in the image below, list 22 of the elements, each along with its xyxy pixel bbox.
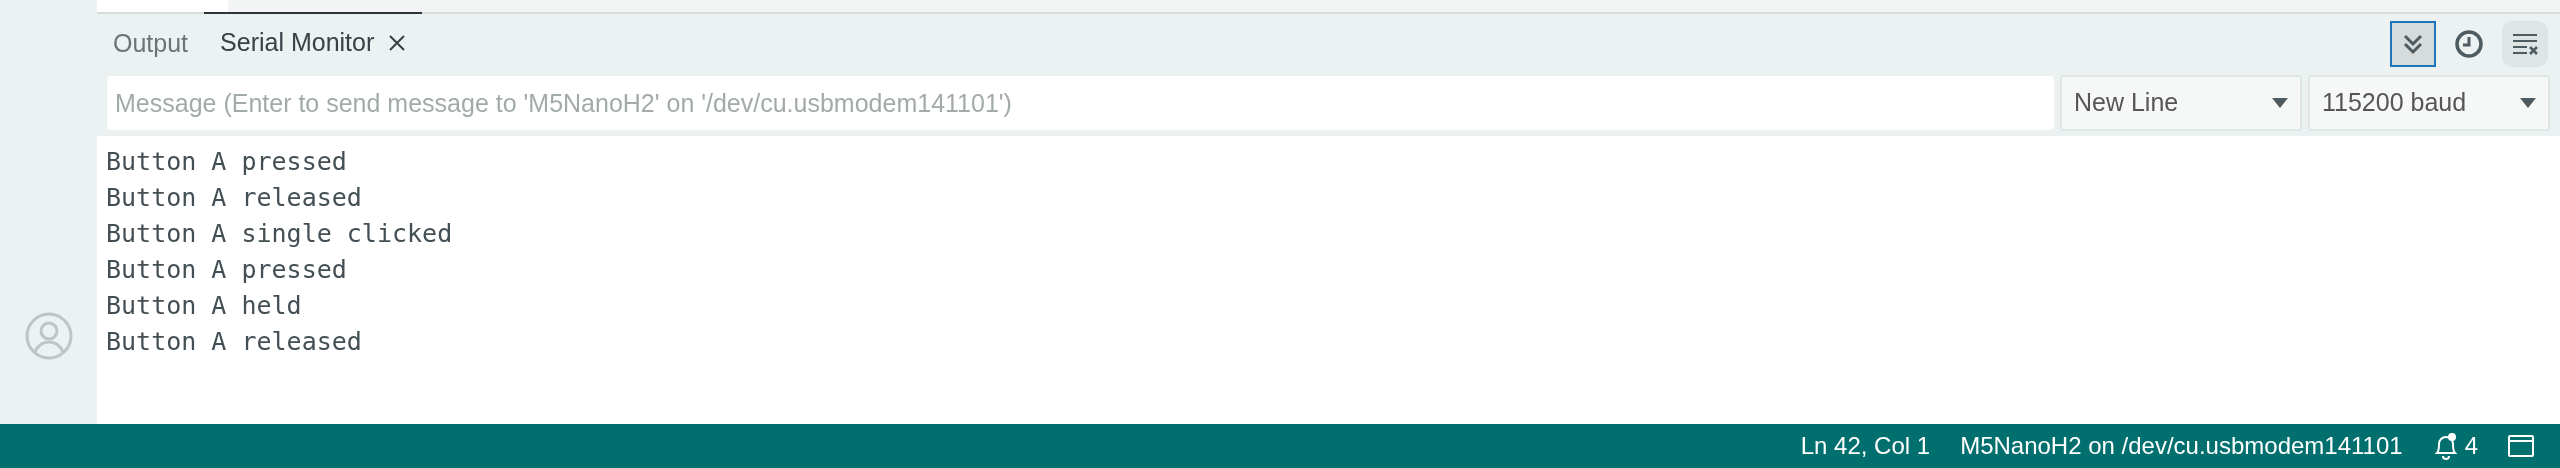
panel-layout-icon[interactable] [2508, 434, 2534, 458]
caret-icon [2520, 98, 2536, 108]
output-line: Button A held [106, 290, 302, 322]
baud-rate-dropdown[interactable]: 115200 baud [2308, 75, 2550, 131]
output-line: Button A released [106, 182, 362, 214]
caret-icon [2272, 98, 2288, 108]
output-line: Button A single clicked [106, 218, 453, 250]
board-port[interactable]: M5NanoH2 on /dev/cu.usbmodem141101 [1960, 428, 2403, 464]
output-line: Button A released [106, 326, 362, 358]
panel-tab[interactable]: Serial Monitor [204, 12, 423, 72]
output-line: Button A pressed [106, 254, 347, 286]
notifications-button[interactable]: 4 [2432, 428, 2478, 464]
clock-icon [2453, 28, 2485, 60]
output-line: Button A pressed [106, 146, 347, 178]
message-field[interactable]: Message (Enter to send message to 'M5NanoH2' on '/dev/cu.usbmodem141101') [107, 76, 2054, 130]
panel-tab[interactable]: Output [97, 14, 205, 74]
clear-output-button[interactable] [2502, 21, 2548, 67]
bell-icon [2432, 432, 2459, 460]
close-icon[interactable] [388, 34, 407, 52]
line-ending-dropdown[interactable]: New Line [2060, 75, 2302, 131]
cursor-position[interactable]: Ln 42, Col 1 [1800, 428, 1931, 464]
autoscroll-button[interactable] [2390, 21, 2436, 67]
